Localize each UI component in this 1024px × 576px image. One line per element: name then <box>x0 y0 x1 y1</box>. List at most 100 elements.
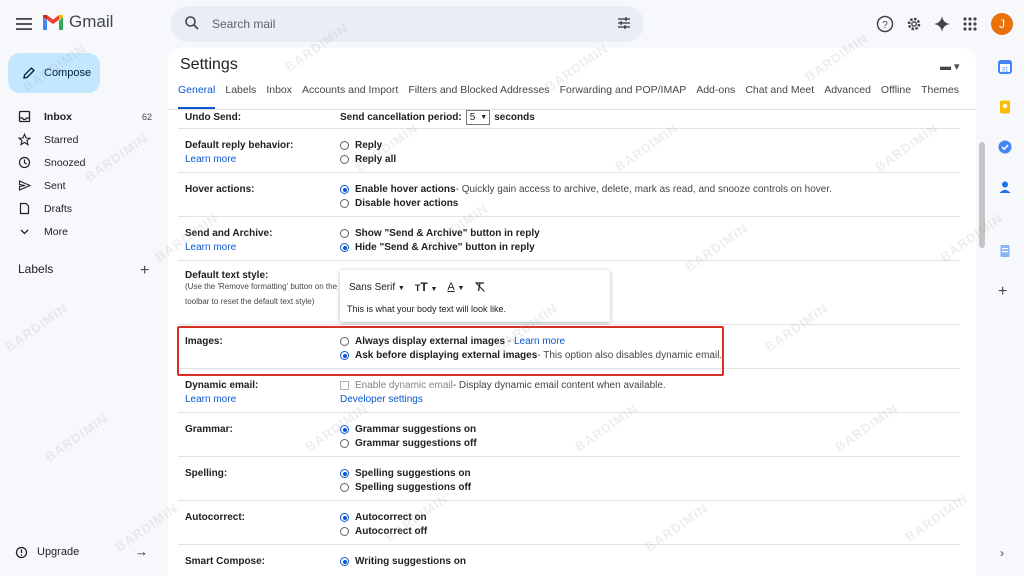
undo-send-suffix: seconds <box>494 112 535 123</box>
font-size-icon[interactable]: TT ▼ <box>415 280 438 294</box>
spelling-on-option[interactable]: Spelling suggestions on <box>340 468 471 479</box>
reply-radio[interactable] <box>340 141 349 150</box>
spelling-on-radio[interactable] <box>340 469 349 478</box>
developer-settings-link[interactable]: Developer settings <box>340 394 423 405</box>
add-label-icon[interactable]: + <box>140 262 149 280</box>
enable-hover-desc: - Quickly gain access to archive, delete… <box>455 184 832 195</box>
writing-suggestions-on-radio[interactable] <box>340 557 349 566</box>
compose-button[interactable]: Compose <box>8 53 100 93</box>
upgrade-label: Upgrade <box>37 546 80 558</box>
tab-addons[interactable]: Add-ons <box>696 84 735 110</box>
grammar-on-option[interactable]: Grammar suggestions on <box>340 424 476 435</box>
document-addon-icon[interactable] <box>997 243 1013 259</box>
autocorrect-off-radio[interactable] <box>340 527 349 536</box>
send-archive-learn-more-link[interactable]: Learn more <box>185 242 236 253</box>
show-send-archive-option[interactable]: Show "Send & Archive" button in reply <box>340 228 540 239</box>
grammar-on-radio[interactable] <box>340 425 349 434</box>
tab-accounts[interactable]: Accounts and Import <box>302 84 398 110</box>
tab-inbox[interactable]: Inbox <box>266 84 292 110</box>
grammar-off-label: Grammar suggestions off <box>355 438 477 449</box>
autocorrect-on-option[interactable]: Autocorrect on <box>340 512 427 523</box>
reply-all-radio[interactable] <box>340 155 349 164</box>
help-icon[interactable]: ? <box>875 14 895 34</box>
cancellation-period-select[interactable]: 5 ▼ <box>465 110 491 125</box>
settings-gear-icon[interactable] <box>904 14 924 34</box>
expand-side-panel-icon[interactable]: › <box>1000 546 1004 560</box>
calendar-icon[interactable]: 31 <box>997 59 1013 75</box>
tab-general[interactable]: General <box>178 84 216 110</box>
gemini-sparkle-icon[interactable] <box>932 14 952 34</box>
enable-hover-radio[interactable] <box>340 185 349 194</box>
sidebar-item-drafts[interactable]: Drafts <box>0 197 160 220</box>
menu-icon[interactable] <box>14 14 34 34</box>
inbox-count: 62 <box>142 111 153 122</box>
cancellation-period-value: 5 <box>469 112 476 123</box>
search-input[interactable] <box>212 14 572 34</box>
reply-option[interactable]: Reply <box>340 140 382 151</box>
page-title: Settings <box>180 56 238 73</box>
writing-suggestions-on-label: Writing suggestions on <box>355 556 466 567</box>
search-options-icon[interactable] <box>616 15 632 31</box>
hide-send-archive-option[interactable]: Hide "Send & Archive" button in reply <box>340 242 535 253</box>
avatar[interactable]: J <box>991 13 1013 35</box>
watermark: BARDIMIN <box>2 300 71 355</box>
search-bar[interactable] <box>170 6 644 42</box>
tab-themes[interactable]: Themes <box>921 84 959 110</box>
text-style-editor[interactable]: Sans Serif ▼ TT ▼ A ▼ This is what your … <box>340 270 610 322</box>
tab-filters[interactable]: Filters and Blocked Addresses <box>408 84 549 110</box>
reply-all-option[interactable]: Reply all <box>340 154 396 165</box>
autocorrect-on-radio[interactable] <box>340 513 349 522</box>
contacts-icon[interactable] <box>997 179 1013 195</box>
input-tools-icon[interactable]: ▬ ▾ <box>940 60 960 73</box>
spelling-off-option[interactable]: Spelling suggestions off <box>340 482 471 493</box>
tab-forwarding[interactable]: Forwarding and POP/IMAP <box>560 84 687 110</box>
disable-hover-option[interactable]: Disable hover actions <box>340 198 458 209</box>
dynamic-email-label: Dynamic email: <box>185 380 259 391</box>
font-family-value: Sans Serif <box>349 281 396 293</box>
remove-formatting-icon[interactable] <box>474 281 486 293</box>
dynamic-learn-more-link[interactable]: Learn more <box>185 394 236 405</box>
text-color-icon[interactable]: A ▼ <box>447 281 464 293</box>
spelling-off-radio[interactable] <box>340 483 349 492</box>
tab-offline[interactable]: Offline <box>881 84 911 110</box>
reply-option-label: Reply <box>355 140 383 151</box>
sidebar-item-snoozed[interactable]: Snoozed <box>0 151 160 174</box>
chevron-down-icon <box>18 225 32 238</box>
sidebar-item-inbox[interactable]: Inbox 62 <box>0 105 160 128</box>
sidebar-nav: Inbox 62 Starred Snoozed Sent Drafts Mor… <box>0 105 160 243</box>
get-addons-icon[interactable]: + <box>998 283 1007 301</box>
enable-hover-option[interactable]: Enable hover actions - Quickly gain acce… <box>340 184 832 195</box>
sidebar-item-starred[interactable]: Starred <box>0 128 160 151</box>
spelling-on-label: Spelling suggestions on <box>355 468 471 479</box>
writing-suggestions-on-option[interactable]: Writing suggestions on <box>340 556 466 567</box>
show-send-archive-radio[interactable] <box>340 229 349 238</box>
row-send-archive: Send and Archive: Learn more Show "Send … <box>178 217 960 261</box>
tab-labels[interactable]: Labels <box>225 84 256 110</box>
font-family-select[interactable]: Sans Serif ▼ <box>349 282 405 293</box>
grammar-off-radio[interactable] <box>340 439 349 448</box>
search-icon[interactable] <box>184 15 200 31</box>
tasks-icon[interactable] <box>997 139 1013 155</box>
hide-send-archive-radio[interactable] <box>340 243 349 252</box>
gmail-logo[interactable]: Gmail <box>42 12 113 32</box>
reply-learn-more-link[interactable]: Learn more <box>185 154 236 165</box>
show-send-archive-label: Show "Send & Archive" button in reply <box>355 228 540 239</box>
tab-chat-meet[interactable]: Chat and Meet <box>745 84 814 110</box>
grammar-off-option[interactable]: Grammar suggestions off <box>340 438 477 449</box>
pencil-icon <box>22 66 36 80</box>
tab-advanced[interactable]: Advanced <box>824 84 871 110</box>
arrow-right-icon[interactable]: → <box>135 544 148 559</box>
apps-grid-icon[interactable] <box>960 14 980 34</box>
enable-hover-label: Enable hover actions <box>355 184 456 195</box>
sidebar-item-label: More <box>44 225 68 238</box>
autocorrect-off-option[interactable]: Autocorrect off <box>340 526 427 537</box>
images-highlight-box <box>177 326 724 376</box>
disable-hover-radio[interactable] <box>340 199 349 208</box>
row-undo-send: Undo Send: Send cancellation period: 5 ▼ … <box>178 110 960 129</box>
sidebar-item-more[interactable]: More <box>0 220 160 243</box>
keep-icon[interactable] <box>997 99 1013 115</box>
sidebar-item-sent[interactable]: Sent <box>0 174 160 197</box>
text-style-note: (Use the 'Remove formatting' button on t… <box>185 282 338 306</box>
scrollbar-thumb[interactable] <box>979 142 985 248</box>
upgrade-button[interactable]: Upgrade <box>15 540 155 564</box>
